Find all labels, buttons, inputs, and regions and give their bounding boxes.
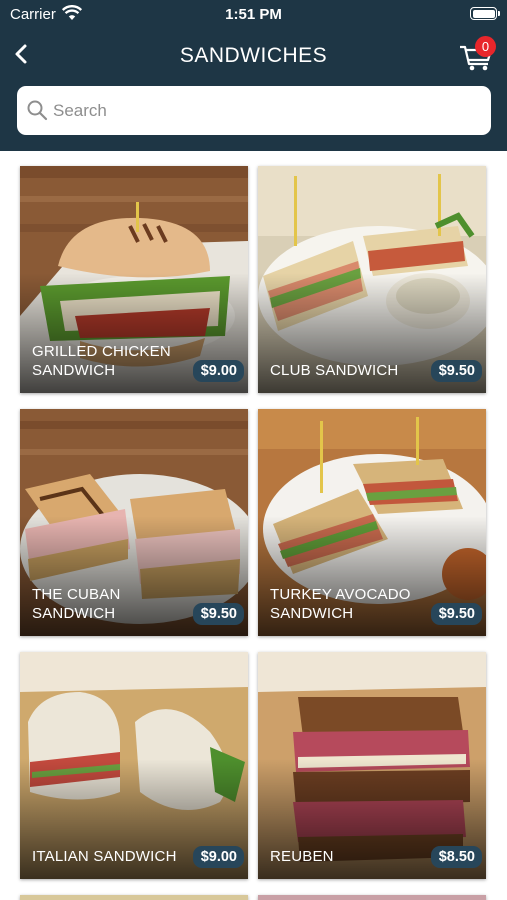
cart-button[interactable]: 0	[457, 34, 499, 74]
product-card-grilled-chicken[interactable]: GRILLED CHICKEN SANDWICH $9.00	[20, 166, 248, 393]
product-price: $8.50	[430, 846, 482, 868]
product-price: $9.00	[192, 846, 244, 868]
nav-bar: SANDWICHES 0	[0, 30, 507, 82]
product-name: THE CUBAN SANDWICH	[32, 586, 121, 622]
product-card-club[interactable]: CLUB SANDWICH $9.50	[258, 166, 486, 393]
product-name: ITALIAN SANDWICH	[32, 848, 177, 865]
page-title: SANDWICHES	[179, 44, 328, 67]
product-card-partial[interactable]	[258, 895, 486, 900]
product-price: $9.00	[192, 360, 244, 382]
product-card-cuban[interactable]: THE CUBAN SANDWICH $9.50	[20, 409, 248, 636]
cart-badge: 0	[475, 36, 496, 57]
product-grid: GRILLED CHICKEN SANDWICH $9.00 CLUB SAND…	[0, 151, 507, 900]
product-name: GRILLED CHICKEN SANDWICH	[32, 343, 171, 379]
status-bar: Carrier 1:51 PM	[0, 0, 507, 30]
product-card-italian[interactable]: ITALIAN SANDWICH $9.00	[20, 652, 248, 879]
product-name: CLUB SANDWICH	[270, 362, 399, 379]
product-price: $9.50	[430, 360, 482, 382]
product-name: TURKEY AVOCADO SANDWICH	[270, 586, 411, 622]
product-card-turkey-avocado[interactable]: TURKEY AVOCADO SANDWICH $9.50	[258, 409, 486, 636]
product-price: $9.50	[192, 603, 244, 625]
battery-icon	[470, 7, 500, 20]
product-card-partial[interactable]	[20, 895, 248, 900]
product-name: REUBEN	[270, 848, 334, 865]
product-price: $9.50	[430, 603, 482, 625]
header: Carrier 1:51 PM SANDWICHES 0	[0, 0, 507, 151]
search-icon	[27, 100, 48, 121]
search-input[interactable]	[53, 86, 473, 135]
product-card-reuben[interactable]: REUBEN $8.50	[258, 652, 486, 879]
status-time: 1:51 PM	[225, 6, 282, 23]
search-bar[interactable]	[17, 86, 491, 135]
